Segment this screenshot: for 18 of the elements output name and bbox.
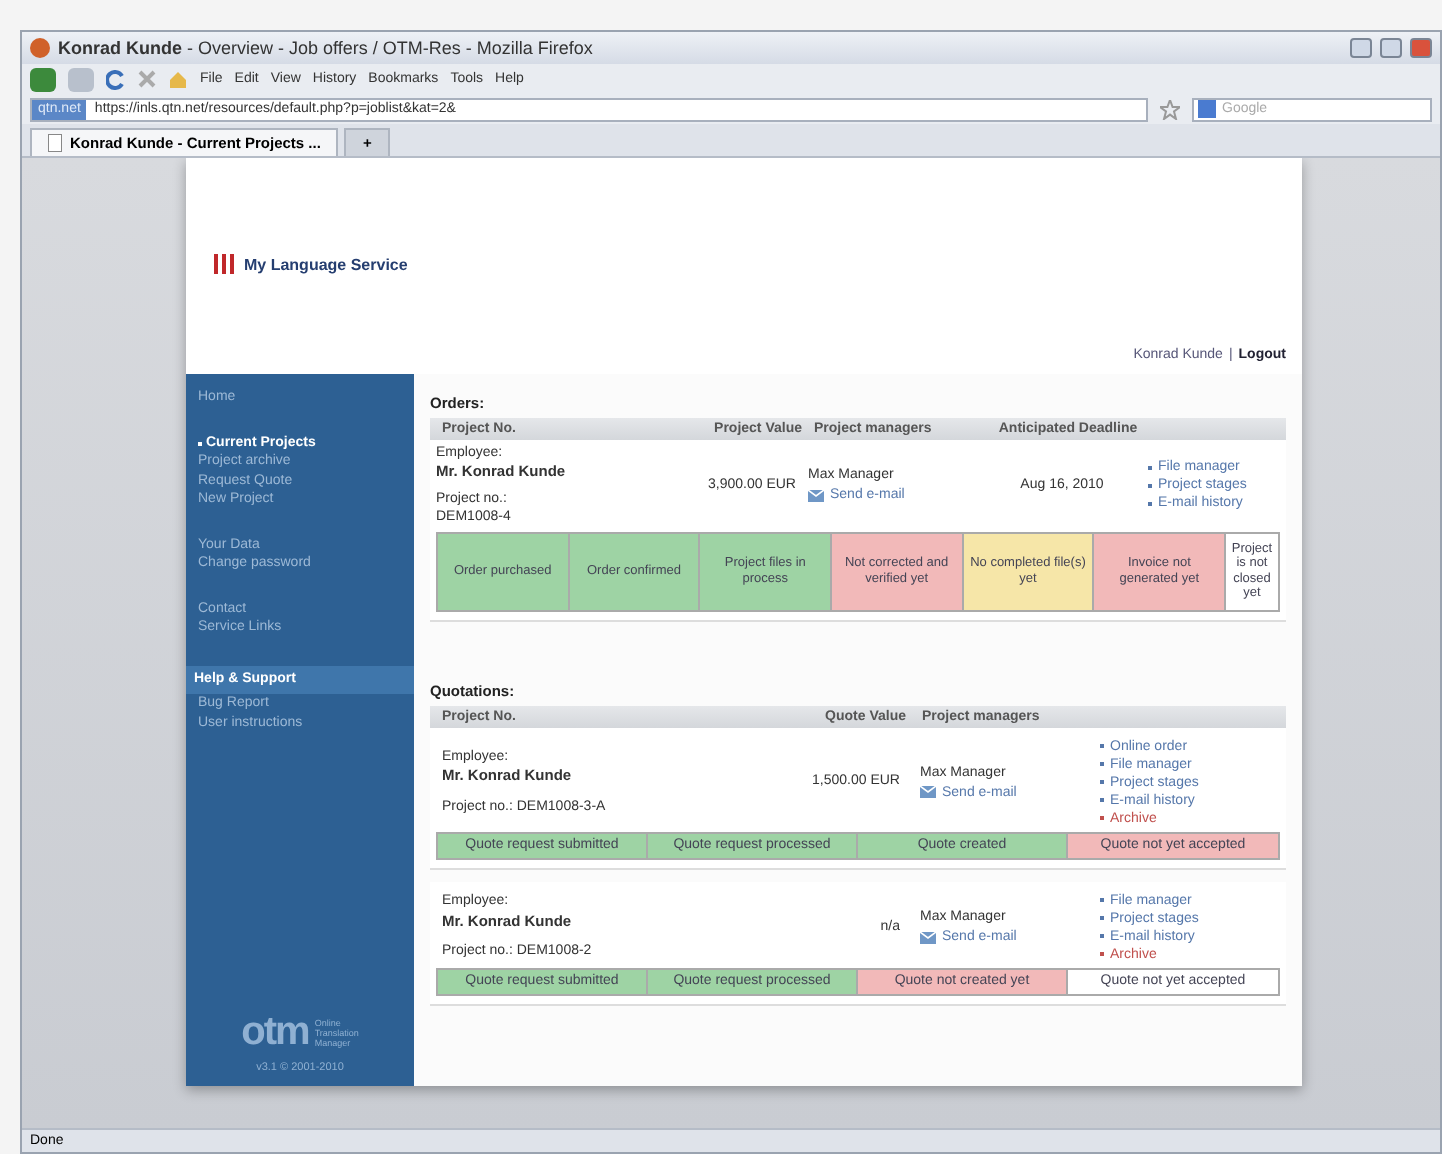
back-button[interactable] bbox=[30, 67, 56, 91]
star-icon[interactable] bbox=[1160, 99, 1180, 119]
page-icon bbox=[48, 134, 62, 152]
stop-icon[interactable] bbox=[138, 70, 156, 88]
forward-button[interactable] bbox=[68, 67, 94, 91]
mail-icon bbox=[920, 931, 936, 944]
maximize-button[interactable] bbox=[1380, 38, 1402, 58]
window-title: Konrad Kunde - Overview - Job offers / OTM-Res - Mozilla Firefox bbox=[58, 38, 595, 58]
browser-logo-icon bbox=[30, 38, 50, 58]
close-button[interactable] bbox=[1410, 38, 1432, 58]
home-icon[interactable] bbox=[168, 69, 188, 89]
otm-logo: otm bbox=[241, 1010, 309, 1056]
brand-name: My Language Service bbox=[244, 255, 408, 273]
minimize-button[interactable] bbox=[1350, 38, 1372, 58]
mail-icon bbox=[808, 489, 824, 502]
brand-logo-icon bbox=[214, 254, 234, 274]
reload-icon[interactable] bbox=[106, 69, 126, 89]
mail-icon bbox=[920, 786, 936, 799]
